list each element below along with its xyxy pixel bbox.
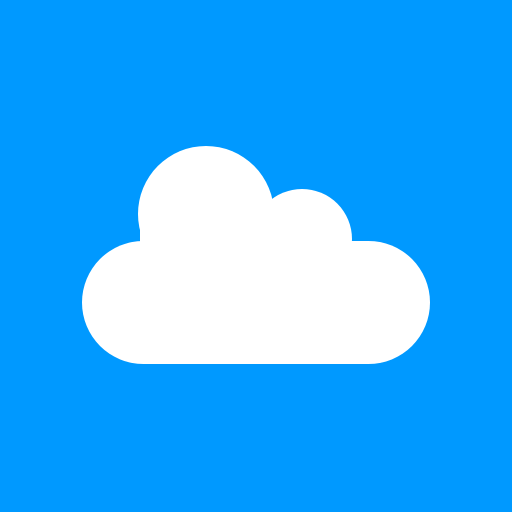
app-icon xyxy=(0,0,512,512)
cloud-fill xyxy=(140,230,350,300)
cloud-icon-graphic xyxy=(0,0,512,512)
